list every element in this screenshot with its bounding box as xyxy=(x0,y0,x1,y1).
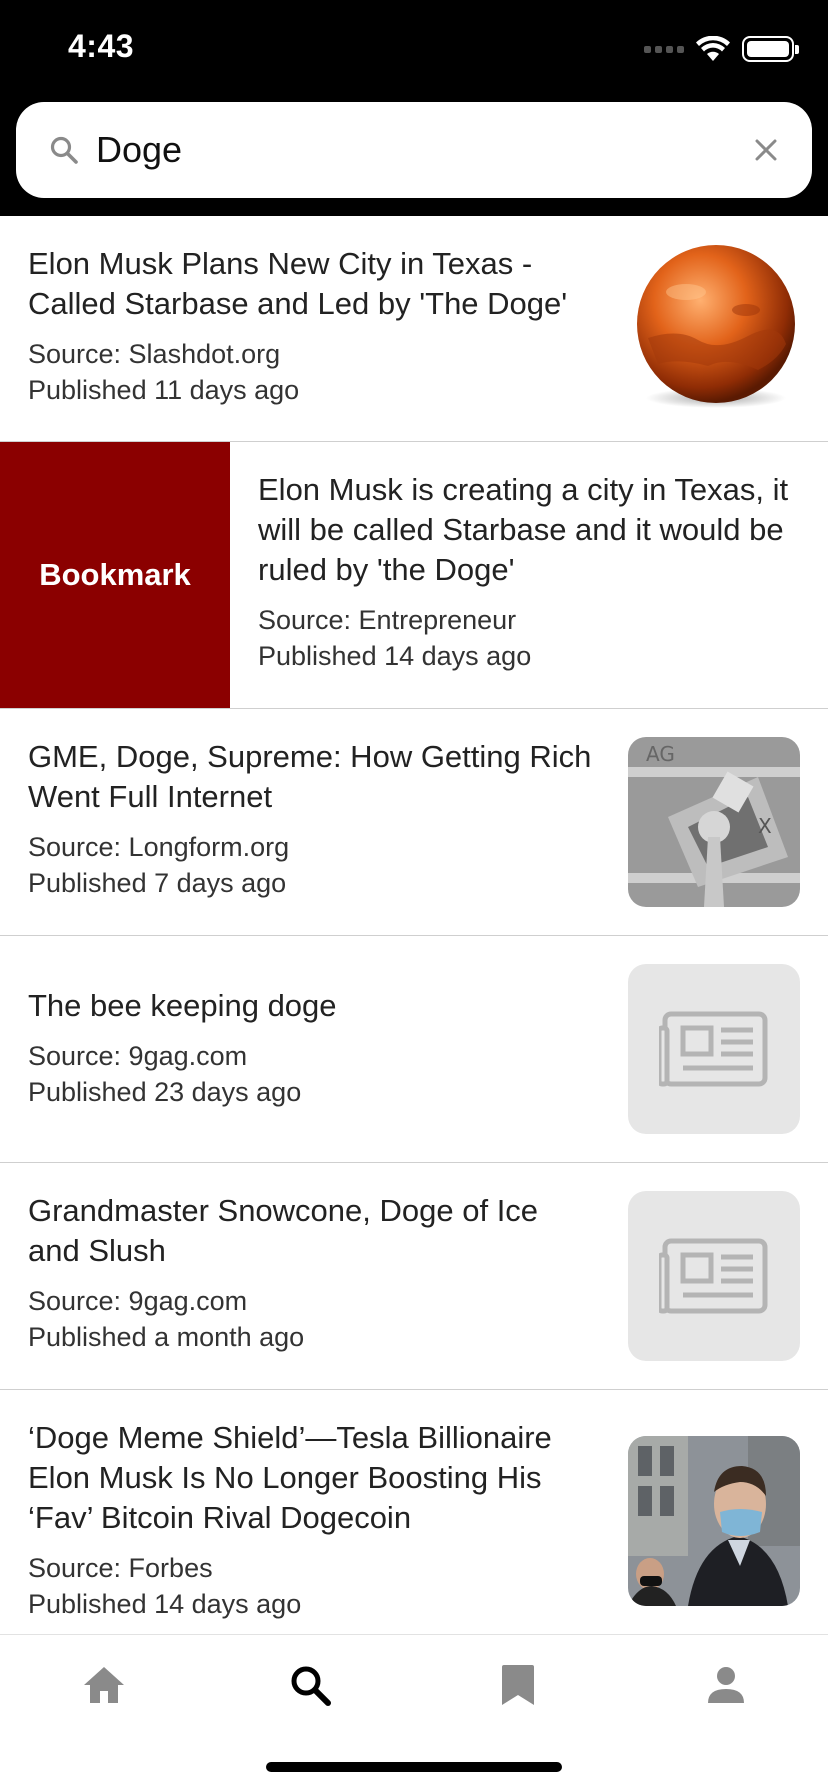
wifi-icon xyxy=(696,36,730,61)
newspaper-placeholder-icon xyxy=(659,1238,768,1314)
article-published: Published 14 days ago xyxy=(258,641,532,671)
article-text: GME, Doge, Supreme: How Getting Rich Wen… xyxy=(28,737,618,901)
article-title: Grandmaster Snowcone, Doge of Ice and Sl… xyxy=(28,1193,539,1268)
status-time: 4:43 xyxy=(68,28,135,64)
article-thumbnail xyxy=(628,964,800,1134)
article-row[interactable]: GME, Doge, Supreme: How Getting Rich Wen… xyxy=(0,709,828,936)
status-bar: 4:43 xyxy=(0,0,828,100)
article-title: ‘Doge Meme Shield’—Tesla Billionaire Elo… xyxy=(28,1420,552,1535)
article-row[interactable]: Bookmark Elon Musk is creating a city in… xyxy=(0,442,828,709)
home-icon xyxy=(84,1667,124,1703)
article-source: Source: Entrepreneur xyxy=(258,605,517,635)
svg-text:AG: AG xyxy=(646,742,675,766)
article-text: Grandmaster Snowcone, Doge of Ice and Sl… xyxy=(28,1191,598,1355)
article-thumbnail xyxy=(628,1436,800,1606)
article-source: Source: 9gag.com xyxy=(28,1041,248,1071)
mars-planet-image xyxy=(637,245,795,408)
article-title: Elon Musk is creating a city in Texas, i… xyxy=(258,472,789,587)
article-title: Elon Musk Plans New City in Texas - Call… xyxy=(28,246,568,321)
article-thumbnail: AG X xyxy=(628,737,800,907)
tab-search[interactable] xyxy=(280,1655,340,1715)
article-source: Source: Slashdot.org xyxy=(28,339,281,369)
article-published: Published 23 days ago xyxy=(28,1077,302,1107)
article-published: Published 14 days ago xyxy=(28,1589,302,1619)
tab-bookmarks[interactable] xyxy=(488,1655,548,1715)
search-header xyxy=(0,100,828,216)
article-published: Published a month ago xyxy=(28,1322,305,1352)
bookmark-swipe-button[interactable]: Bookmark xyxy=(0,442,230,708)
article-source: Source: Forbes xyxy=(28,1553,213,1583)
article-text: Elon Musk is creating a city in Texas, i… xyxy=(258,470,814,674)
person-photo xyxy=(628,1436,800,1606)
article-row[interactable]: Elon Musk Plans New City in Texas - Call… xyxy=(0,216,828,442)
tab-home[interactable] xyxy=(74,1655,134,1715)
article-source: Source: 9gag.com xyxy=(28,1286,248,1316)
article-title: The bee keeping doge xyxy=(28,988,337,1023)
search-input[interactable] xyxy=(96,120,736,180)
search-icon xyxy=(50,136,78,164)
article-row[interactable]: Grandmaster Snowcone, Doge of Ice and Sl… xyxy=(0,1163,828,1390)
article-thumbnail xyxy=(628,1191,800,1361)
battery-icon xyxy=(742,36,799,62)
article-text: ‘Doge Meme Shield’—Tesla Billionaire Elo… xyxy=(28,1418,608,1622)
cellular-signal-icon xyxy=(644,45,684,53)
article-text: Elon Musk Plans New City in Texas - Call… xyxy=(28,244,598,408)
search-results-list[interactable]: Elon Musk Plans New City in Texas - Call… xyxy=(0,216,828,1634)
article-row[interactable]: ‘Doge Meme Shield’—Tesla Billionaire Elo… xyxy=(0,1390,828,1634)
article-published: Published 11 days ago xyxy=(28,375,300,405)
home-indicator xyxy=(266,1762,562,1772)
article-title: GME, Doge, Supreme: How Getting Rich Wen… xyxy=(28,739,592,814)
collage-image: AG X xyxy=(628,737,800,907)
search-bar[interactable] xyxy=(16,102,812,198)
tab-profile[interactable] xyxy=(696,1655,756,1715)
article-published: Published 7 days ago xyxy=(28,868,287,898)
article-source: Source: Longform.org xyxy=(28,832,290,862)
article-thumbnail xyxy=(628,240,800,410)
search-icon xyxy=(291,1666,331,1706)
article-text: The bee keeping doge Source: 9gag.com Pu… xyxy=(28,986,598,1110)
svg-text:X: X xyxy=(758,814,772,838)
article-row[interactable]: The bee keeping doge Source: 9gag.com Pu… xyxy=(0,936,828,1163)
bookmark-icon xyxy=(502,1665,534,1705)
newspaper-placeholder-icon xyxy=(659,1011,768,1087)
status-icons xyxy=(644,34,799,64)
profile-icon xyxy=(708,1667,744,1703)
clear-search-icon[interactable] xyxy=(750,134,782,166)
